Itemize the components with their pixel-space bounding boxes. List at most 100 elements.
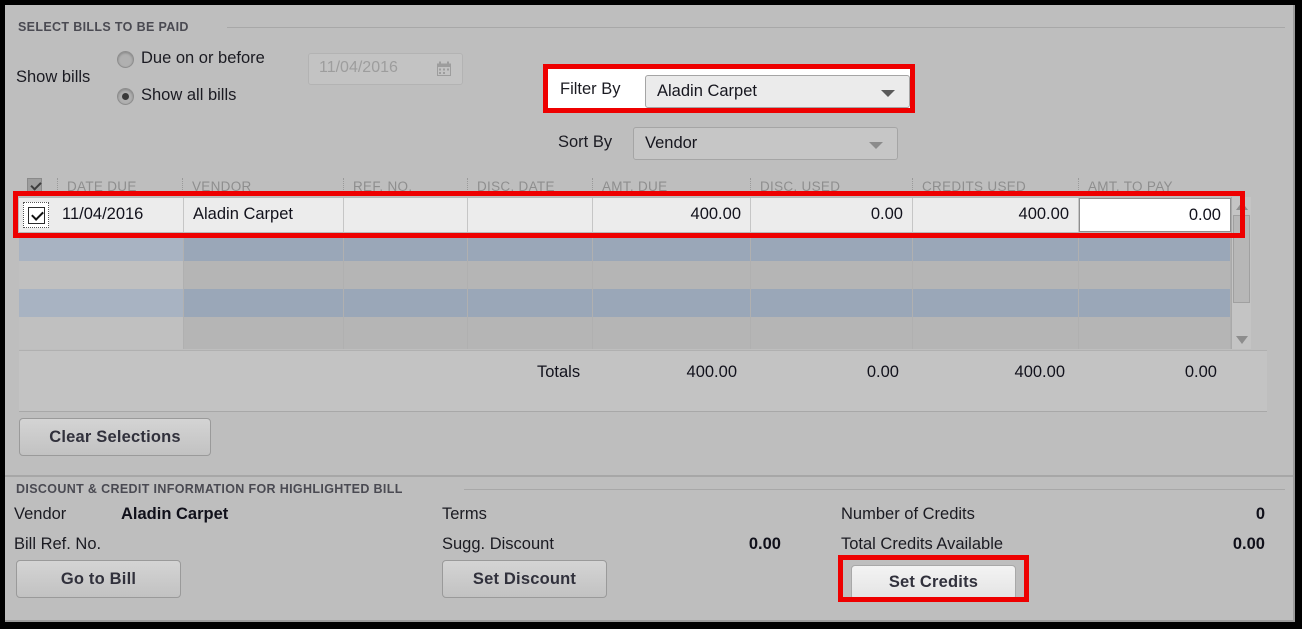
cell-vendor[interactable]: Aladin Carpet: [184, 198, 344, 232]
cell-amt-due[interactable]: 400.00: [593, 198, 751, 232]
column-header-date-due[interactable]: DATE DUE: [67, 175, 137, 197]
table-row[interactable]: [19, 317, 1231, 349]
empty-cell: [19, 261, 184, 289]
header-divider: [912, 178, 914, 194]
sort-by-label: Sort By: [558, 133, 613, 151]
column-header-disc-date[interactable]: DISC. DATE: [477, 175, 555, 197]
totals-amt-to-pay: 0.00: [1184, 363, 1217, 381]
header-divider: [57, 178, 59, 194]
empty-cell: [1079, 289, 1231, 317]
radio-show-all-bills-label[interactable]: Show all bills: [141, 86, 236, 105]
sugg-discount-value: 0.00: [748, 535, 781, 553]
due-date-input[interactable]: 11/04/2016: [308, 53, 463, 85]
empty-cell: [1079, 233, 1231, 261]
empty-cell: [184, 261, 344, 289]
filter-by-dropdown[interactable]: Aladin Carpet: [645, 75, 910, 108]
empty-cell: [913, 261, 1079, 289]
cell-disc-date[interactable]: [468, 198, 593, 232]
table-vertical-scrollbar[interactable]: [1231, 197, 1251, 349]
radio-due-on-or-before[interactable]: [117, 51, 134, 68]
empty-cell: [184, 233, 344, 261]
empty-cell: [593, 261, 751, 289]
total-credits-available-value: 0.00: [1232, 535, 1265, 553]
empty-cell: [19, 289, 184, 317]
clear-selections-button[interactable]: Clear Selections: [19, 418, 211, 456]
checkbox-check-icon: [28, 207, 45, 224]
set-discount-button[interactable]: Set Discount: [442, 560, 607, 598]
empty-cell: [913, 317, 1079, 349]
empty-cell: [751, 261, 913, 289]
table-row[interactable]: [19, 261, 1231, 289]
terms-label: Terms: [442, 505, 487, 523]
totals-row: Totals 400.00 0.00 400.00 0.00: [19, 350, 1267, 412]
cell-disc-used[interactable]: 0.00: [751, 198, 913, 232]
empty-cell: [913, 289, 1079, 317]
table-row[interactable]: 11/04/2016 Aladin Carpet 400.00 0.00 400…: [19, 197, 1231, 233]
select-bills-section-title: SELECT BILLS TO BE PAID: [18, 20, 189, 34]
bills-table-header: DATE DUE VENDOR REF. NO. DISC. DATE AMT.…: [19, 175, 1267, 197]
column-header-amt-due[interactable]: AMT. DUE: [602, 175, 667, 197]
column-header-credits-used[interactable]: CREDITS USED: [922, 175, 1026, 197]
table-row[interactable]: [19, 289, 1231, 317]
radio-due-on-or-before-label[interactable]: Due on or before: [141, 49, 265, 68]
sort-by-dropdown[interactable]: Vendor: [633, 127, 898, 160]
number-of-credits-label: Number of Credits: [841, 505, 975, 523]
chevron-down-icon[interactable]: [881, 90, 895, 97]
column-header-disc-used[interactable]: DISC. USED: [760, 175, 840, 197]
header-divider: [592, 178, 594, 194]
header-divider: [467, 178, 469, 194]
show-bills-label: Show bills: [16, 68, 91, 86]
cell-ref-no[interactable]: [344, 198, 468, 232]
total-credits-available-label: Total Credits Available: [841, 535, 1004, 553]
cell-amt-to-pay[interactable]: 0.00: [1079, 198, 1231, 232]
column-header-amt-to-pay[interactable]: AMT. TO PAY: [1088, 175, 1173, 197]
number-of-credits-value: 0: [1255, 505, 1265, 523]
select-all-checkbox[interactable]: [27, 178, 42, 193]
scrollbar-thumb[interactable]: [1233, 215, 1250, 303]
table-row[interactable]: [19, 233, 1231, 261]
header-divider: [750, 178, 752, 194]
totals-credits-used: 400.00: [1014, 363, 1065, 381]
empty-cell: [593, 289, 751, 317]
column-header-vendor[interactable]: VENDOR: [192, 175, 252, 197]
go-to-bill-button[interactable]: Go to Bill: [16, 560, 181, 598]
empty-cell: [19, 317, 184, 349]
empty-cell: [344, 317, 468, 349]
scroll-up-arrow-icon[interactable]: [1236, 202, 1248, 210]
filter-by-value: Aladin Carpet: [657, 82, 757, 100]
empty-cell: [593, 233, 751, 261]
cell-credits-used[interactable]: 400.00: [913, 198, 1079, 232]
header-divider: [1078, 178, 1080, 194]
chevron-down-icon[interactable]: [869, 142, 883, 149]
calendar-icon[interactable]: [436, 61, 452, 77]
row-select-checkbox[interactable]: [23, 202, 49, 228]
totals-label: Totals: [537, 363, 581, 381]
vendor-value: Aladin Carpet: [121, 505, 229, 523]
radio-show-all-bills[interactable]: [117, 88, 134, 105]
empty-cell: [751, 233, 913, 261]
column-header-ref-no[interactable]: REF. NO.: [353, 175, 412, 197]
select-bills-section-rule: [227, 27, 1285, 28]
empty-cell: [751, 289, 913, 317]
set-credits-button[interactable]: Set Credits: [851, 565, 1016, 600]
empty-cell: [593, 317, 751, 349]
sugg-discount-label: Sugg. Discount: [442, 535, 554, 553]
header-divider: [343, 178, 345, 194]
filter-by-label: Filter By: [560, 80, 621, 98]
empty-cell: [468, 317, 593, 349]
cell-date-due[interactable]: 11/04/2016: [53, 198, 184, 232]
screenshot-root: SELECT BILLS TO BE PAID Show bills Due o…: [0, 0, 1302, 629]
discount-credit-section-rule: [464, 489, 1285, 490]
empty-cell: [184, 317, 344, 349]
empty-cell: [344, 289, 468, 317]
due-date-value: 11/04/2016: [319, 59, 398, 76]
bill-ref-no-label: Bill Ref. No.: [14, 535, 102, 553]
sort-by-value: Vendor: [645, 134, 698, 152]
header-divider: [182, 178, 184, 194]
empty-cell: [184, 289, 344, 317]
pay-bills-panel: SELECT BILLS TO BE PAID Show bills Due o…: [5, 5, 1295, 622]
empty-cell: [1079, 261, 1231, 289]
empty-cell: [344, 261, 468, 289]
scroll-down-arrow-icon[interactable]: [1236, 336, 1248, 344]
empty-cell: [19, 233, 184, 261]
